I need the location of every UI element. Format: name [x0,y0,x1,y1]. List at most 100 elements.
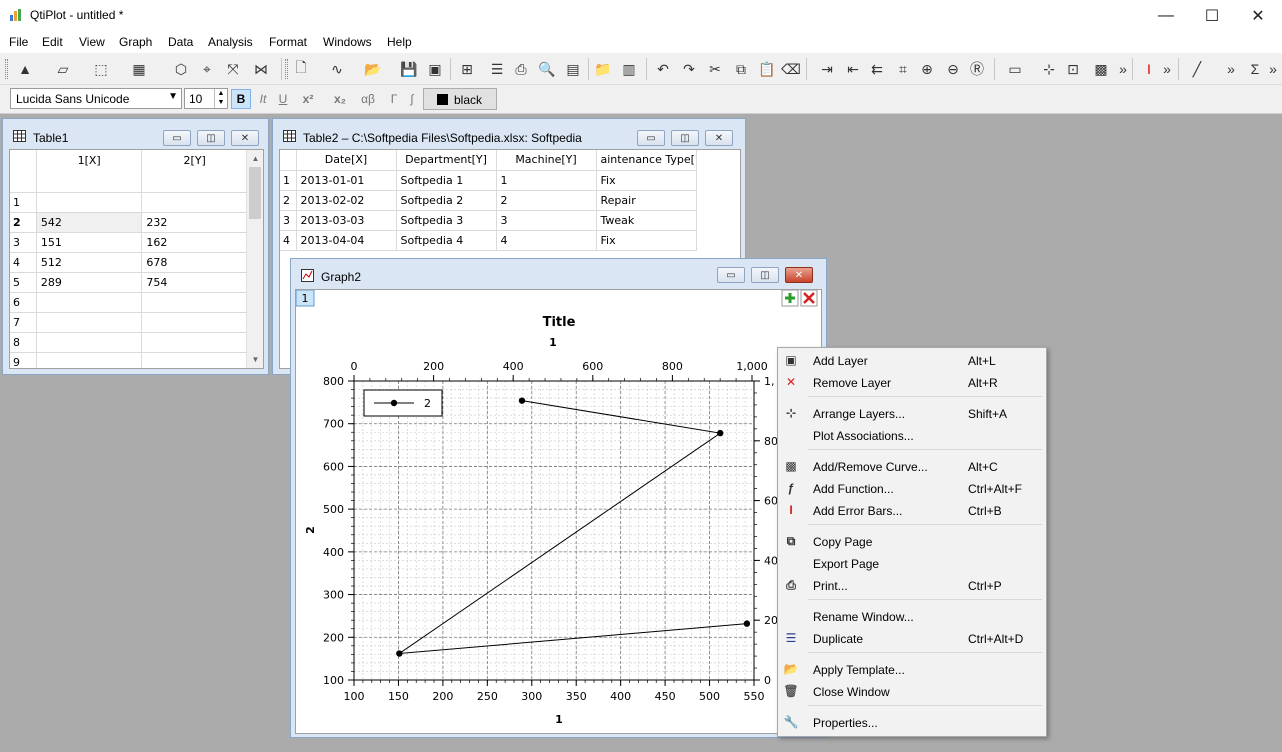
remove-layer-icon[interactable] [800,290,818,307]
cell-maintenance[interactable]: Tweak [596,210,697,231]
subscript-button[interactable]: x₂ [330,89,350,109]
3d-surface-icon[interactable]: ▲ [14,58,36,80]
cell-y[interactable] [141,192,248,213]
close-icon[interactable]: ✕ [231,130,259,146]
data-reader-icon[interactable]: ⌗ [892,58,914,80]
new-plot-icon[interactable]: ∿ [326,58,348,80]
move-left-icon[interactable]: ⇤ [842,58,864,80]
minimize-icon[interactable]: ▭ [717,267,745,283]
results-log-icon[interactable]: ▥ [618,58,640,80]
cell-department[interactable]: Softpedia 3 [396,210,497,231]
corner-header[interactable] [10,150,37,193]
menu-item-rename-window[interactable]: Rename Window... [778,605,1046,627]
curves-icon[interactable]: ▩ [1090,58,1112,80]
data-point[interactable] [518,397,526,404]
top-axis-label[interactable]: 1 [549,336,557,349]
table-row[interactable]: 7 [10,312,248,333]
menu-item-properties[interactable]: 🔧 Properties... [778,711,1046,733]
menu-item-export-page[interactable]: Export Page [778,552,1046,574]
toolbar-grip[interactable] [285,59,288,79]
table-row[interactable]: 5 289 754 [10,272,248,293]
cell-y[interactable]: 678 [141,252,248,273]
more-chevron-icon[interactable]: » [1220,58,1242,80]
cell-date[interactable]: 2013-02-02 [296,190,397,211]
italic-button[interactable]: It [253,89,273,109]
menu-edit[interactable]: Edit [42,35,63,49]
x-axis-label[interactable]: 1 [555,713,563,726]
paste-icon[interactable]: 📋 [756,58,778,80]
series-line[interactable] [397,400,747,655]
cell-x[interactable] [36,352,143,368]
table1-window[interactable]: Table1 ▭ ◫ ✕ 1[X] 2[Y] 1 2 542 232 3 151 162 4 5… [2,118,269,375]
more-chevron-icon[interactable]: » [1262,58,1282,80]
menu-item-add-function[interactable]: ƒ Add Function... Ctrl+Alt+F [778,477,1046,499]
table-row[interactable]: 2 2013-02-02 Softpedia 2 2 Repair [280,190,697,211]
font-family-select[interactable]: Lucida Sans Unicode ▼ [10,88,182,109]
fit-layers-icon[interactable]: ⊡ [1062,58,1084,80]
new-layer-icon[interactable]: ▭ [1004,58,1026,80]
maximize-button[interactable]: ☐ [1189,0,1235,31]
cell-y[interactable] [141,312,248,333]
row-header[interactable]: 2 [10,212,37,233]
row-header[interactable]: 3 [280,210,297,231]
arrange-layers-icon[interactable]: ⊹ [1038,58,1060,80]
menu-item-plot-associations[interactable]: Plot Associations... [778,424,1046,446]
3d-box-icon[interactable]: ⬚ [90,58,112,80]
3d-ribbon-icon[interactable]: ⋈ [250,58,272,80]
cell-x[interactable]: 289 [36,272,143,293]
cell-department[interactable]: Softpedia 2 [396,190,497,211]
cell-y[interactable]: 754 [141,272,248,293]
cell-y[interactable] [141,352,248,368]
restore-icon[interactable]: ◫ [197,130,225,146]
cell-maintenance[interactable]: Fix [596,230,697,251]
minimize-icon[interactable]: ▭ [637,130,665,146]
menu-data[interactable]: Data [168,35,193,49]
cell-department[interactable]: Softpedia 1 [396,170,497,191]
cell-maintenance[interactable]: Fix [596,170,697,191]
close-icon[interactable]: ✕ [705,130,733,146]
menu-item-apply-template[interactable]: 📂 Apply Template... [778,658,1046,680]
table-row[interactable]: 9 [10,352,248,368]
table1-titlebar[interactable]: Table1 ▭ ◫ ✕ [3,119,268,149]
minimize-button[interactable]: — [1143,0,1189,31]
table-row[interactable]: 6 [10,292,248,313]
data-point[interactable] [717,429,724,437]
row-header[interactable]: 7 [10,312,37,333]
rescale-icon[interactable]: Ⓡ [966,58,988,80]
redo-icon[interactable]: ↷ [678,58,700,80]
cell-x[interactable] [36,192,143,213]
close-icon[interactable]: ✕ [785,267,813,283]
menu-item-add-layer[interactable]: ▣ Add Layer Alt+L [778,349,1046,371]
add-layer-icon[interactable] [781,290,799,307]
restore-icon[interactable]: ◫ [751,267,779,283]
greek-upper-button[interactable]: Γ [384,89,404,109]
integral-button[interactable]: ∫ [402,89,422,109]
table-row[interactable]: 1 [10,192,248,213]
cell-date[interactable]: 2013-04-04 [296,230,397,251]
table-row[interactable]: 4 512 678 [10,252,248,273]
restore-icon[interactable]: ◫ [671,130,699,146]
chart-svg[interactable]: 1 Title 1 100 150 200 250 300 350 400 450 500 550… [296,290,821,733]
graph2-titlebar[interactable]: Graph2 ▭ ◫ ✕ [291,259,826,289]
row-header[interactable]: 3 [10,232,37,253]
row-header[interactable]: 6 [10,292,37,313]
graph-canvas[interactable]: 1 Title 1 100 150 200 250 300 350 400 450 500 550… [295,289,822,734]
undo-icon[interactable]: ↶ [652,58,674,80]
import-data-icon[interactable]: ⊞ [456,58,478,80]
table-row[interactable]: 1 2013-01-01 Softpedia 1 1 Fix [280,170,697,191]
table1-grid[interactable]: 1[X] 2[Y] 1 2 542 232 3 151 162 4 512 678 5 289 754 6… [9,149,264,369]
row-header[interactable]: 9 [10,352,37,368]
column-header-department[interactable]: Department[Y] [396,150,497,171]
column-header-machine[interactable]: Machine[Y] [496,150,597,171]
layout-icon[interactable]: ☰ [486,58,508,80]
cell-y[interactable]: 162 [141,232,248,253]
new-file-icon[interactable]: 🗋 [290,58,312,80]
menu-analysis[interactable]: Analysis [208,35,253,49]
cell-x[interactable] [36,332,143,353]
print-icon[interactable]: ⎙ [510,58,532,80]
cell-machine[interactable]: 2 [496,190,597,211]
clear-icon[interactable]: ⌫ [780,58,802,80]
cell-x[interactable]: 151 [36,232,143,253]
cell-machine[interactable]: 1 [496,170,597,191]
row-header[interactable]: 1 [280,170,297,191]
